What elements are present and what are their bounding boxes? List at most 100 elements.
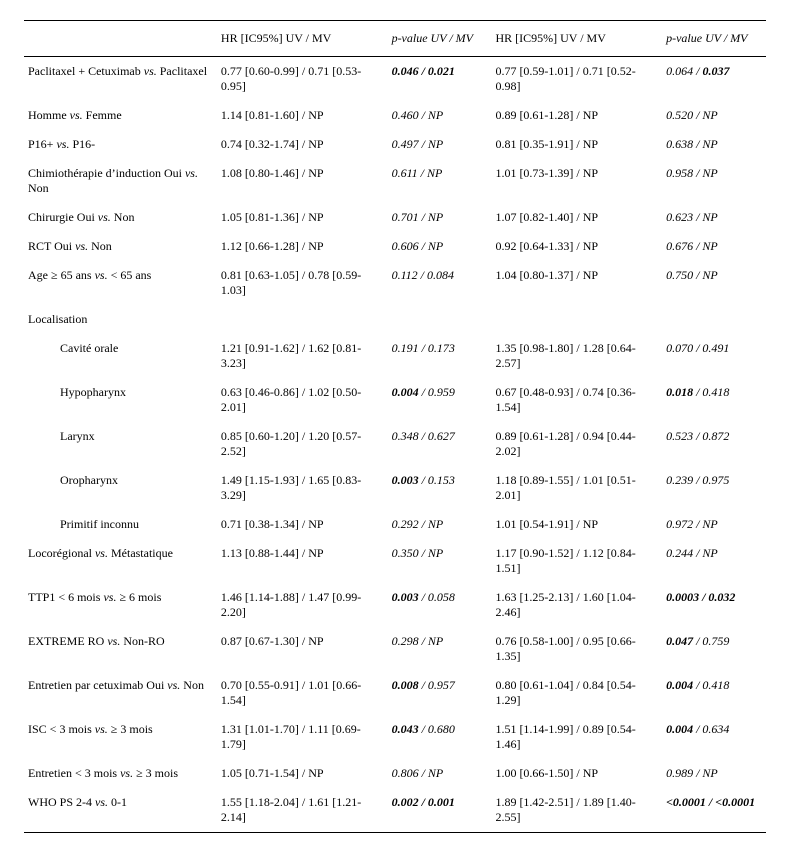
p-value-cell: 0.348 / 0.627 (388, 422, 492, 466)
p-value-cell: 0.676 / NP (662, 232, 766, 261)
p-value-cell: 0.046 / 0.021 (388, 57, 492, 102)
row-label: P16+ vs. P16- (24, 130, 217, 159)
hr-cell: 1.12 [0.66-1.28] / NP (217, 232, 388, 261)
row-label: Oropharynx (24, 466, 217, 510)
hr-cell: 0.92 [0.64-1.33] / NP (491, 232, 662, 261)
table-row: Hypopharynx0.63 [0.46-0.86] / 1.02 [0.50… (24, 378, 766, 422)
p-value-cell: 0.064 / 0.037 (662, 57, 766, 102)
row-label: Hypopharynx (24, 378, 217, 422)
p-value-cell: 0.003 / 0.058 (388, 583, 492, 627)
row-label: Paclitaxel + Cetuximab vs. Paclitaxel (24, 57, 217, 102)
hr-cell: 0.74 [0.32-1.74] / NP (217, 130, 388, 159)
hr-cell: 0.70 [0.55-0.91] / 1.01 [0.66-1.54] (217, 671, 388, 715)
row-label: ISC < 3 mois vs. ≥ 3 mois (24, 715, 217, 759)
table-row: Chirurgie Oui vs. Non1.05 [0.81-1.36] / … (24, 203, 766, 232)
hr-cell: 1.14 [0.81-1.60] / NP (217, 101, 388, 130)
hr-cell: 1.21 [0.91-1.62] / 1.62 [0.81-3.23] (217, 334, 388, 378)
hr-cell: 1.63 [1.25-2.13] / 1.60 [1.04-2.46] (491, 583, 662, 627)
table-row: Entretien par cetuximab Oui vs. Non0.70 … (24, 671, 766, 715)
header-blank (24, 21, 217, 57)
row-label: Age ≥ 65 ans vs. < 65 ans (24, 261, 217, 305)
p-value-cell: 0.002 / 0.001 (388, 788, 492, 833)
row-label: Primitif inconnu (24, 510, 217, 539)
hr-cell: 1.01 [0.54-1.91] / NP (491, 510, 662, 539)
hr-cell: 0.89 [0.61-1.28] / 0.94 [0.44-2.02] (491, 422, 662, 466)
p-value-cell: 0.047 / 0.759 (662, 627, 766, 671)
table-row: ISC < 3 mois vs. ≥ 3 mois1.31 [1.01-1.70… (24, 715, 766, 759)
row-label: Locorégional vs. Métastatique (24, 539, 217, 583)
p-value-cell: 0.701 / NP (388, 203, 492, 232)
hr-cell: 1.51 [1.14-1.99] / 0.89 [0.54-1.46] (491, 715, 662, 759)
p-value-cell: 0.004 / 0.634 (662, 715, 766, 759)
p-value-cell: 0.004 / 0.418 (662, 671, 766, 715)
row-label: TTP1 < 6 mois vs. ≥ 6 mois (24, 583, 217, 627)
hr-cell: 1.05 [0.81-1.36] / NP (217, 203, 388, 232)
table-row: Age ≥ 65 ans vs. < 65 ans0.81 [0.63-1.05… (24, 261, 766, 305)
p-value-cell: 0.191 / 0.173 (388, 334, 492, 378)
hr-cell: 1.31 [1.01-1.70] / 1.11 [0.69-1.79] (217, 715, 388, 759)
table-row: Homme vs. Femme1.14 [0.81-1.60] / NP0.46… (24, 101, 766, 130)
hr-cell: 1.35 [0.98-1.80] / 1.28 [0.64-2.57] (491, 334, 662, 378)
row-label: EXTREME RO vs. Non-RO (24, 627, 217, 671)
p-value-cell: 0.611 / NP (388, 159, 492, 203)
p-value-cell: 0.523 / 0.872 (662, 422, 766, 466)
results-table: HR [IC95%] UV / MV p-value UV / MV HR [I… (24, 20, 766, 833)
hr-cell: 0.85 [0.60-1.20] / 1.20 [0.57-2.52] (217, 422, 388, 466)
p-value-cell: 0.0003 / 0.032 (662, 583, 766, 627)
hr-cell: 1.04 [0.80-1.37] / NP (491, 261, 662, 305)
p-value-cell: 0.972 / NP (662, 510, 766, 539)
hr-cell: 0.77 [0.59-1.01] / 0.71 [0.52-0.98] (491, 57, 662, 102)
hr-cell: 0.81 [0.63-1.05] / 0.78 [0.59-1.03] (217, 261, 388, 305)
p-value-cell: 0.018 / 0.418 (662, 378, 766, 422)
table-row: Oropharynx1.49 [1.15-1.93] / 1.65 [0.83-… (24, 466, 766, 510)
hr-cell: 1.05 [0.71-1.54] / NP (217, 759, 388, 788)
hr-cell: 1.07 [0.82-1.40] / NP (491, 203, 662, 232)
p-value-cell: <0.0001 / <0.0001 (662, 788, 766, 833)
header-p-1: p-value UV / MV (388, 21, 492, 57)
hr-cell: 1.55 [1.18-2.04] / 1.61 [1.21-2.14] (217, 788, 388, 833)
hr-cell: 1.01 [0.73-1.39] / NP (491, 159, 662, 203)
p-value-cell: 0.004 / 0.959 (388, 378, 492, 422)
row-label: Chirurgie Oui vs. Non (24, 203, 217, 232)
header-p-2: p-value UV / MV (662, 21, 766, 57)
hr-cell: 1.89 [1.42-2.51] / 1.89 [1.40-2.55] (491, 788, 662, 833)
p-value-cell: 0.958 / NP (662, 159, 766, 203)
p-value-cell: 0.623 / NP (662, 203, 766, 232)
hr-cell: 1.46 [1.14-1.88] / 1.47 [0.99-2.20] (217, 583, 388, 627)
row-label: Chimiothérapie d’induction Oui vs. Non (24, 159, 217, 203)
p-value-cell: 0.043 / 0.680 (388, 715, 492, 759)
p-value-cell: 0.003 / 0.153 (388, 466, 492, 510)
hr-cell: 1.17 [0.90-1.52] / 1.12 [0.84-1.51] (491, 539, 662, 583)
hr-cell: 1.18 [0.89-1.55] / 1.01 [0.51-2.01] (491, 466, 662, 510)
row-label: Larynx (24, 422, 217, 466)
p-value-cell: 0.008 / 0.957 (388, 671, 492, 715)
p-value-cell: 0.989 / NP (662, 759, 766, 788)
table-row: WHO PS 2-4 vs. 0-11.55 [1.18-2.04] / 1.6… (24, 788, 766, 833)
row-label: Cavité orale (24, 334, 217, 378)
hr-cell: 0.67 [0.48-0.93] / 0.74 [0.36-1.54] (491, 378, 662, 422)
header-hr-1: HR [IC95%] UV / MV (217, 21, 388, 57)
row-label: Localisation (24, 305, 217, 334)
p-value-cell: 0.292 / NP (388, 510, 492, 539)
empty-cell (217, 305, 388, 334)
row-label: RCT Oui vs. Non (24, 232, 217, 261)
hr-cell: 0.77 [0.60-0.99] / 0.71 [0.53-0.95] (217, 57, 388, 102)
table-row: RCT Oui vs. Non1.12 [0.66-1.28] / NP0.60… (24, 232, 766, 261)
p-value-cell: 0.497 / NP (388, 130, 492, 159)
table-row: P16+ vs. P16-0.74 [0.32-1.74] / NP0.497 … (24, 130, 766, 159)
p-value-cell: 0.638 / NP (662, 130, 766, 159)
p-value-cell: 0.750 / NP (662, 261, 766, 305)
p-value-cell: 0.806 / NP (388, 759, 492, 788)
table-row: TTP1 < 6 mois vs. ≥ 6 mois1.46 [1.14-1.8… (24, 583, 766, 627)
hr-cell: 1.00 [0.66-1.50] / NP (491, 759, 662, 788)
row-label: Entretien < 3 mois vs. ≥ 3 mois (24, 759, 217, 788)
hr-cell: 0.71 [0.38-1.34] / NP (217, 510, 388, 539)
hr-cell: 0.87 [0.67-1.30] / NP (217, 627, 388, 671)
p-value-cell: 0.239 / 0.975 (662, 466, 766, 510)
hr-cell: 1.49 [1.15-1.93] / 1.65 [0.83-3.29] (217, 466, 388, 510)
p-value-cell: 0.244 / NP (662, 539, 766, 583)
table-row: Chimiothérapie d’induction Oui vs. Non 1.… (24, 159, 766, 203)
p-value-cell: 0.350 / NP (388, 539, 492, 583)
table-row: Cavité orale1.21 [0.91-1.62] / 1.62 [0.8… (24, 334, 766, 378)
hr-cell: 0.81 [0.35-1.91] / NP (491, 130, 662, 159)
